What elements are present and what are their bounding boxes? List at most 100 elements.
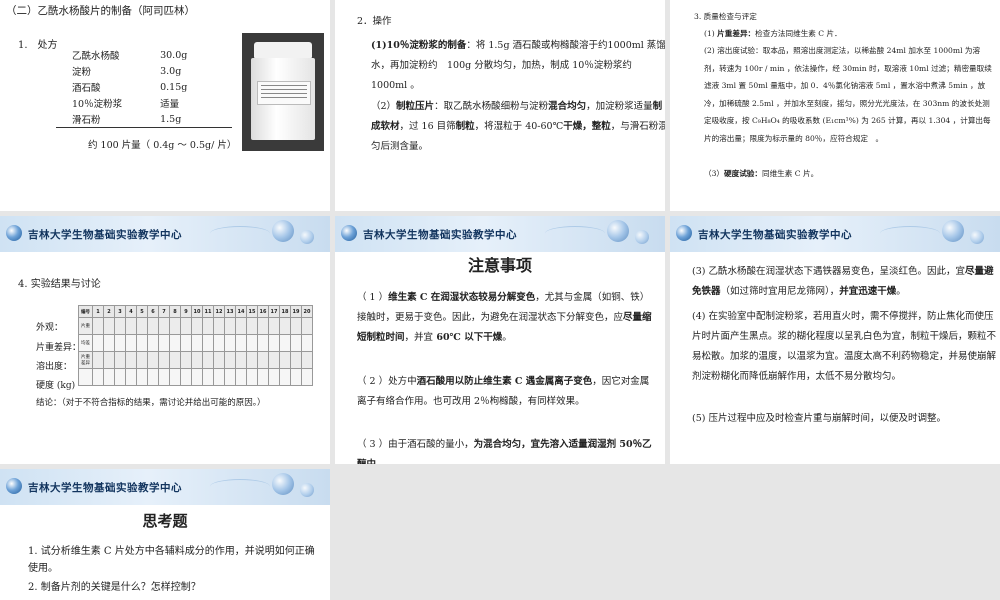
- divider: [56, 127, 232, 128]
- grid-column-number: 1: [92, 305, 104, 318]
- grid-column-number: 9: [180, 305, 192, 318]
- precaution-paragraph: (5) 压片过程中应及时检查片重与崩解时间，以便及时调整。: [692, 413, 946, 424]
- grid-column-number: 13: [224, 305, 236, 318]
- paragraph-starch-paste: (1)10％淀粉浆的制备：将 1.5g 酒石酸或枸橼酸溶于约1000ml 蒸馏水…: [357, 36, 665, 96]
- body-text: ，加淀粉浆适量: [586, 101, 653, 112]
- precaution-paragraph: （ 3 ）由于酒石酸的量小，为混合均匀，宜先溶入适量润湿剂 50％乙醇中。: [357, 435, 655, 464]
- formula-row: 乙酰水杨酸 30.0g: [72, 48, 187, 64]
- row-label: 溶出度：: [36, 362, 73, 372]
- ingredient-amount: 适量: [160, 99, 180, 110]
- grid-row: 片重差异: [78, 351, 313, 369]
- grid-row-head: 片重差异: [78, 351, 93, 369]
- slide-aspirin-formula[interactable]: （二）乙酰水杨酸片的制备（阿司匹林） 1. 处方 乙酰水杨酸 30.0g 淀粉 3.…: [0, 0, 330, 211]
- grid-column-number: 2: [103, 305, 115, 318]
- body-text: （如过筛时宜用尼龙筛网），: [720, 286, 840, 297]
- slide-banner: 吉林大学生物基础实验教学中心: [0, 216, 330, 252]
- ingredient-name: 滑石粉: [72, 115, 101, 126]
- grid-column-number: 5: [136, 305, 148, 318]
- dissolution-item: (2) 溶出度试验：取本品，照溶出度测定法，以稀盐酸 24ml 加水至 1000…: [704, 46, 992, 143]
- body-text: ，并宜: [404, 332, 434, 343]
- step-title: 2．操作: [357, 16, 392, 27]
- weight-variation-item: (1) 片重差异：检查方法同维生素 C 片．: [704, 25, 994, 43]
- body-text: （3）: [704, 169, 725, 178]
- precaution-paragraph: （ 1 ）维生素 C 在润湿状态较易分解变色，尤其与金属（如铜、铁）接触时，更易…: [357, 288, 655, 348]
- bubble-decor-icon: [942, 220, 964, 242]
- formula-table: 乙酰水杨酸 30.0g 淀粉 3.0g 酒石酸 0.15g 10％淀粉浆 适量 滑石粉 1…: [72, 48, 187, 128]
- bold-text: 制粒: [455, 121, 475, 132]
- question-item: 1. 试分析维生素 C 片处方中各辅料成分的作用，并说明如何正确使用。: [28, 546, 315, 574]
- body-text: （ 3 ）由于酒石酸的量小，: [357, 439, 474, 450]
- ingredient-amount: 3.0g: [160, 65, 182, 77]
- bold-text: 干燥，整粒: [563, 121, 611, 132]
- ingredient-name: 10％淀粉浆: [72, 99, 123, 110]
- bubble-decor-icon: [272, 473, 294, 495]
- banner-title: 吉林大学生物基础实验教学中心: [28, 229, 182, 241]
- row-label: 外观：: [36, 323, 64, 333]
- bold-text: 酒石酸用以防止维生素 C 遇金属离子变色: [416, 376, 593, 387]
- bold-text: 并宜迅速干燥: [839, 286, 897, 297]
- bubble-decor-icon: [272, 220, 294, 242]
- formula-row: 酒石酸 0.15g: [72, 80, 187, 96]
- bold-text: 制粒压片: [396, 101, 435, 112]
- body-text: ，过 16 目筛: [399, 121, 456, 132]
- body-text: （2）: [371, 101, 397, 112]
- decor-swirl: [880, 226, 940, 241]
- slide-precautions-cont[interactable]: 吉林大学生物基础实验教学中心 (3) 乙酰水杨酸在润湿状态下遇铁器易变色，呈淡红…: [670, 216, 1000, 464]
- jar-lid: [254, 42, 312, 58]
- body-text: （ 1 ）: [357, 292, 389, 303]
- body-text: 。: [896, 286, 906, 297]
- slide-heading: （二）乙酰水杨酸片的制备（阿司匹林）: [6, 5, 195, 17]
- body-text: ，将湿粒于 40-60℃: [474, 121, 564, 132]
- body-text: ：取乙酰水杨酸细粉与淀粉: [434, 101, 549, 112]
- grid-row-head: [78, 368, 93, 386]
- slide-questions[interactable]: 吉林大学生物基础实验教学中心 思考题 1. 试分析维生素 C 片处方中各辅料成分…: [0, 469, 330, 600]
- grid-column-number: 16: [257, 305, 269, 318]
- section-title: 3. 质量检查与评定: [694, 12, 757, 21]
- globe-icon: [6, 225, 22, 241]
- banner-title: 吉林大学生物基础实验教学中心: [28, 482, 182, 494]
- bold-text: 混合均匀: [548, 101, 587, 112]
- grid-column-number: 7: [158, 305, 170, 318]
- grid-column-number: 18: [279, 305, 291, 318]
- slide-procedure[interactable]: 2．操作 (1)10％淀粉浆的制备：将 1.5g 酒石酸或枸橼酸溶于约1000m…: [335, 0, 665, 211]
- formula-row: 淀粉 3.0g: [72, 64, 187, 80]
- globe-icon: [6, 478, 22, 494]
- slide-banner: 吉林大学生物基础实验教学中心: [670, 216, 1000, 252]
- bubble-decor-icon: [970, 230, 984, 244]
- grid-row-head: 均差: [78, 334, 93, 352]
- grid-column-number: 10: [191, 305, 203, 318]
- slide-banner: 吉林大学生物基础实验教学中心: [0, 469, 330, 505]
- slide-quality-check[interactable]: 3. 质量检查与评定 (1) 片重差异：检查方法同维生素 C 片． (2) 溶出…: [670, 0, 1000, 211]
- grid-column-number: 12: [213, 305, 225, 318]
- decor-swirl: [210, 226, 270, 241]
- body-text: 检查方法同维生素 C 片．: [755, 29, 842, 38]
- slide-title: 注意事项: [467, 256, 532, 275]
- slide-title: 思考题: [142, 512, 188, 530]
- hardness-item: （3）硬度试验：同维生素 C 片。: [704, 165, 994, 183]
- slide-results[interactable]: 吉林大学生物基础实验教学中心 4. 实验结果与讨论 外观： 片重差异： 溶出度：…: [0, 216, 330, 464]
- slide-precautions[interactable]: 吉林大学生物基础实验教学中心 注意事项 （ 1 ）维生素 C 在润湿状态较易分解…: [335, 216, 665, 464]
- product-jar-photo: [242, 33, 324, 151]
- formula-row: 10％淀粉浆 适量: [72, 96, 187, 112]
- conclusion-text: 结论：（对于不符合指标的结果，需讨论并给出可能的原因。）: [36, 398, 266, 408]
- slide-banner: 吉林大学生物基础实验教学中心: [335, 216, 665, 252]
- bubble-decor-icon: [300, 483, 314, 497]
- grid-row: 片重: [78, 317, 313, 335]
- decor-swirl: [210, 479, 270, 494]
- body-text: (1): [704, 29, 718, 38]
- grid-column-number: 14: [235, 305, 247, 318]
- body-text: (3) 乙酰水杨酸在润湿状态下遇铁器易变色，呈淡红色。因此，宜: [692, 266, 965, 277]
- ingredient-amount: 0.15g: [160, 81, 188, 93]
- body-text: 同维生素 C 片。: [762, 169, 819, 178]
- precaution-paragraph: (4) 在实验室中配制淀粉浆，若用直火时，需不停搅拌，防止焦化而使压片时片面产生…: [692, 311, 997, 382]
- section-title: 1. 处方: [18, 40, 58, 51]
- grid-row-head: 片重: [78, 317, 93, 335]
- paragraph-granulation: （2）制粒压片：取乙酰水杨酸细粉与淀粉混合均匀，加淀粉浆适量制成软材，过 16 …: [357, 97, 665, 157]
- grid-column-number: 19: [290, 305, 302, 318]
- globe-icon: [341, 225, 357, 241]
- formula-row: 滑石粉 1.5g: [72, 112, 187, 128]
- grid-column-number: 20: [301, 305, 313, 318]
- grid-column-number: 8: [169, 305, 181, 318]
- grid-header-row: 编号 1 2 3 4 5 6 7 8 9 10 11 12 13 14 15 1…: [78, 305, 313, 318]
- batch-total: 约 100 片量（ 0.4g ～ 0.5g/ 片）: [88, 140, 237, 151]
